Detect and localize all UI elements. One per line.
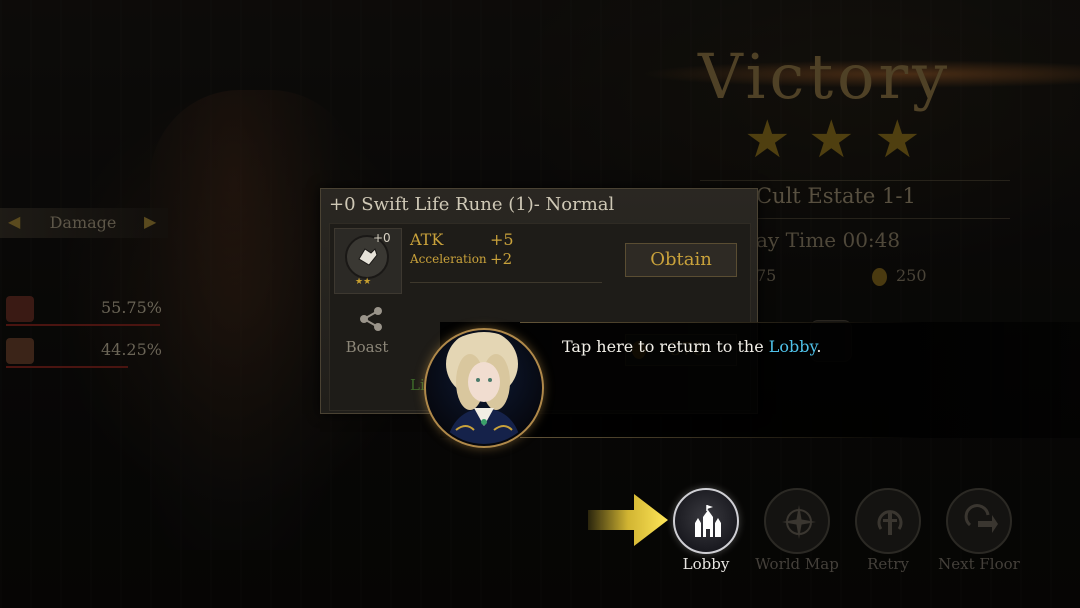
star-icon: ★	[874, 110, 921, 170]
lobby-button[interactable]: Lobby	[670, 488, 742, 580]
next-floor-button-circle	[946, 488, 1012, 554]
gold-coin-icon	[872, 268, 887, 286]
stat-value: +2	[490, 250, 513, 268]
stage-name: Cult Estate 1-1	[756, 184, 916, 208]
damage-row: 44.25%	[6, 338, 162, 368]
damage-percent: 44.25%	[100, 340, 162, 359]
divider	[520, 437, 920, 438]
world-map-button-circle	[764, 488, 830, 554]
castle-icon	[695, 505, 721, 537]
obtain-button[interactable]: Obtain	[625, 243, 737, 277]
tutorial-text-end: .	[816, 337, 822, 356]
divider	[700, 180, 1010, 181]
rune-slot: +0 ★★	[334, 228, 402, 294]
star-icon: ★	[744, 110, 791, 170]
hero-avatar	[6, 338, 34, 364]
play-time-label: ay Time	[756, 228, 837, 252]
rune-enhance-level: +0	[373, 231, 391, 245]
tutorial-message: Tap here to return to the Lobby.	[562, 337, 822, 356]
retry-icon	[877, 510, 903, 535]
reward-exp: 75	[756, 266, 777, 285]
arrow-left-icon[interactable]: ◀	[8, 212, 20, 231]
next-floor-label: Next Floor	[938, 555, 1020, 573]
divider	[410, 282, 602, 283]
boast-label: Boast	[345, 338, 389, 356]
share-icon	[360, 307, 382, 331]
stat-name: ATK	[410, 230, 444, 249]
stat-value: +5	[490, 230, 514, 249]
divider	[520, 322, 920, 323]
damage-percent: 55.75%	[100, 298, 162, 317]
compass-icon	[782, 505, 816, 539]
pointer-arrow-icon	[588, 494, 668, 546]
retry-button-circle	[855, 488, 921, 554]
next-floor-icon	[964, 504, 998, 533]
damage-header-label: Damage	[49, 213, 117, 232]
arrow-right-icon[interactable]: ▶	[144, 212, 156, 231]
damage-bar	[6, 366, 128, 368]
reward-gold: 250	[896, 266, 927, 285]
lobby-button-circle	[673, 488, 739, 554]
star-icon: ★	[808, 110, 855, 170]
play-time-value: 00:48	[842, 228, 901, 252]
guide-portrait	[424, 328, 544, 448]
world-map-button[interactable]: World Map	[755, 488, 839, 580]
play-time-row: ay Time 00:48	[756, 228, 900, 252]
victory-title: Victory	[698, 40, 952, 113]
rune-rarity-stars: ★★	[355, 277, 372, 287]
tutorial-text: Tap here to return to the	[562, 337, 769, 356]
next-floor-button[interactable]: Next Floor	[938, 488, 1020, 580]
item-title: +0 Swift Life Rune (1)- Normal	[329, 194, 615, 215]
damage-bar	[6, 324, 160, 326]
damage-row: 55.75%	[6, 296, 162, 326]
retry-button[interactable]: Retry	[852, 488, 924, 580]
tutorial-highlight: Lobby	[768, 337, 817, 356]
hero-avatar	[6, 296, 34, 322]
stat-name: Acceleration	[410, 252, 487, 266]
